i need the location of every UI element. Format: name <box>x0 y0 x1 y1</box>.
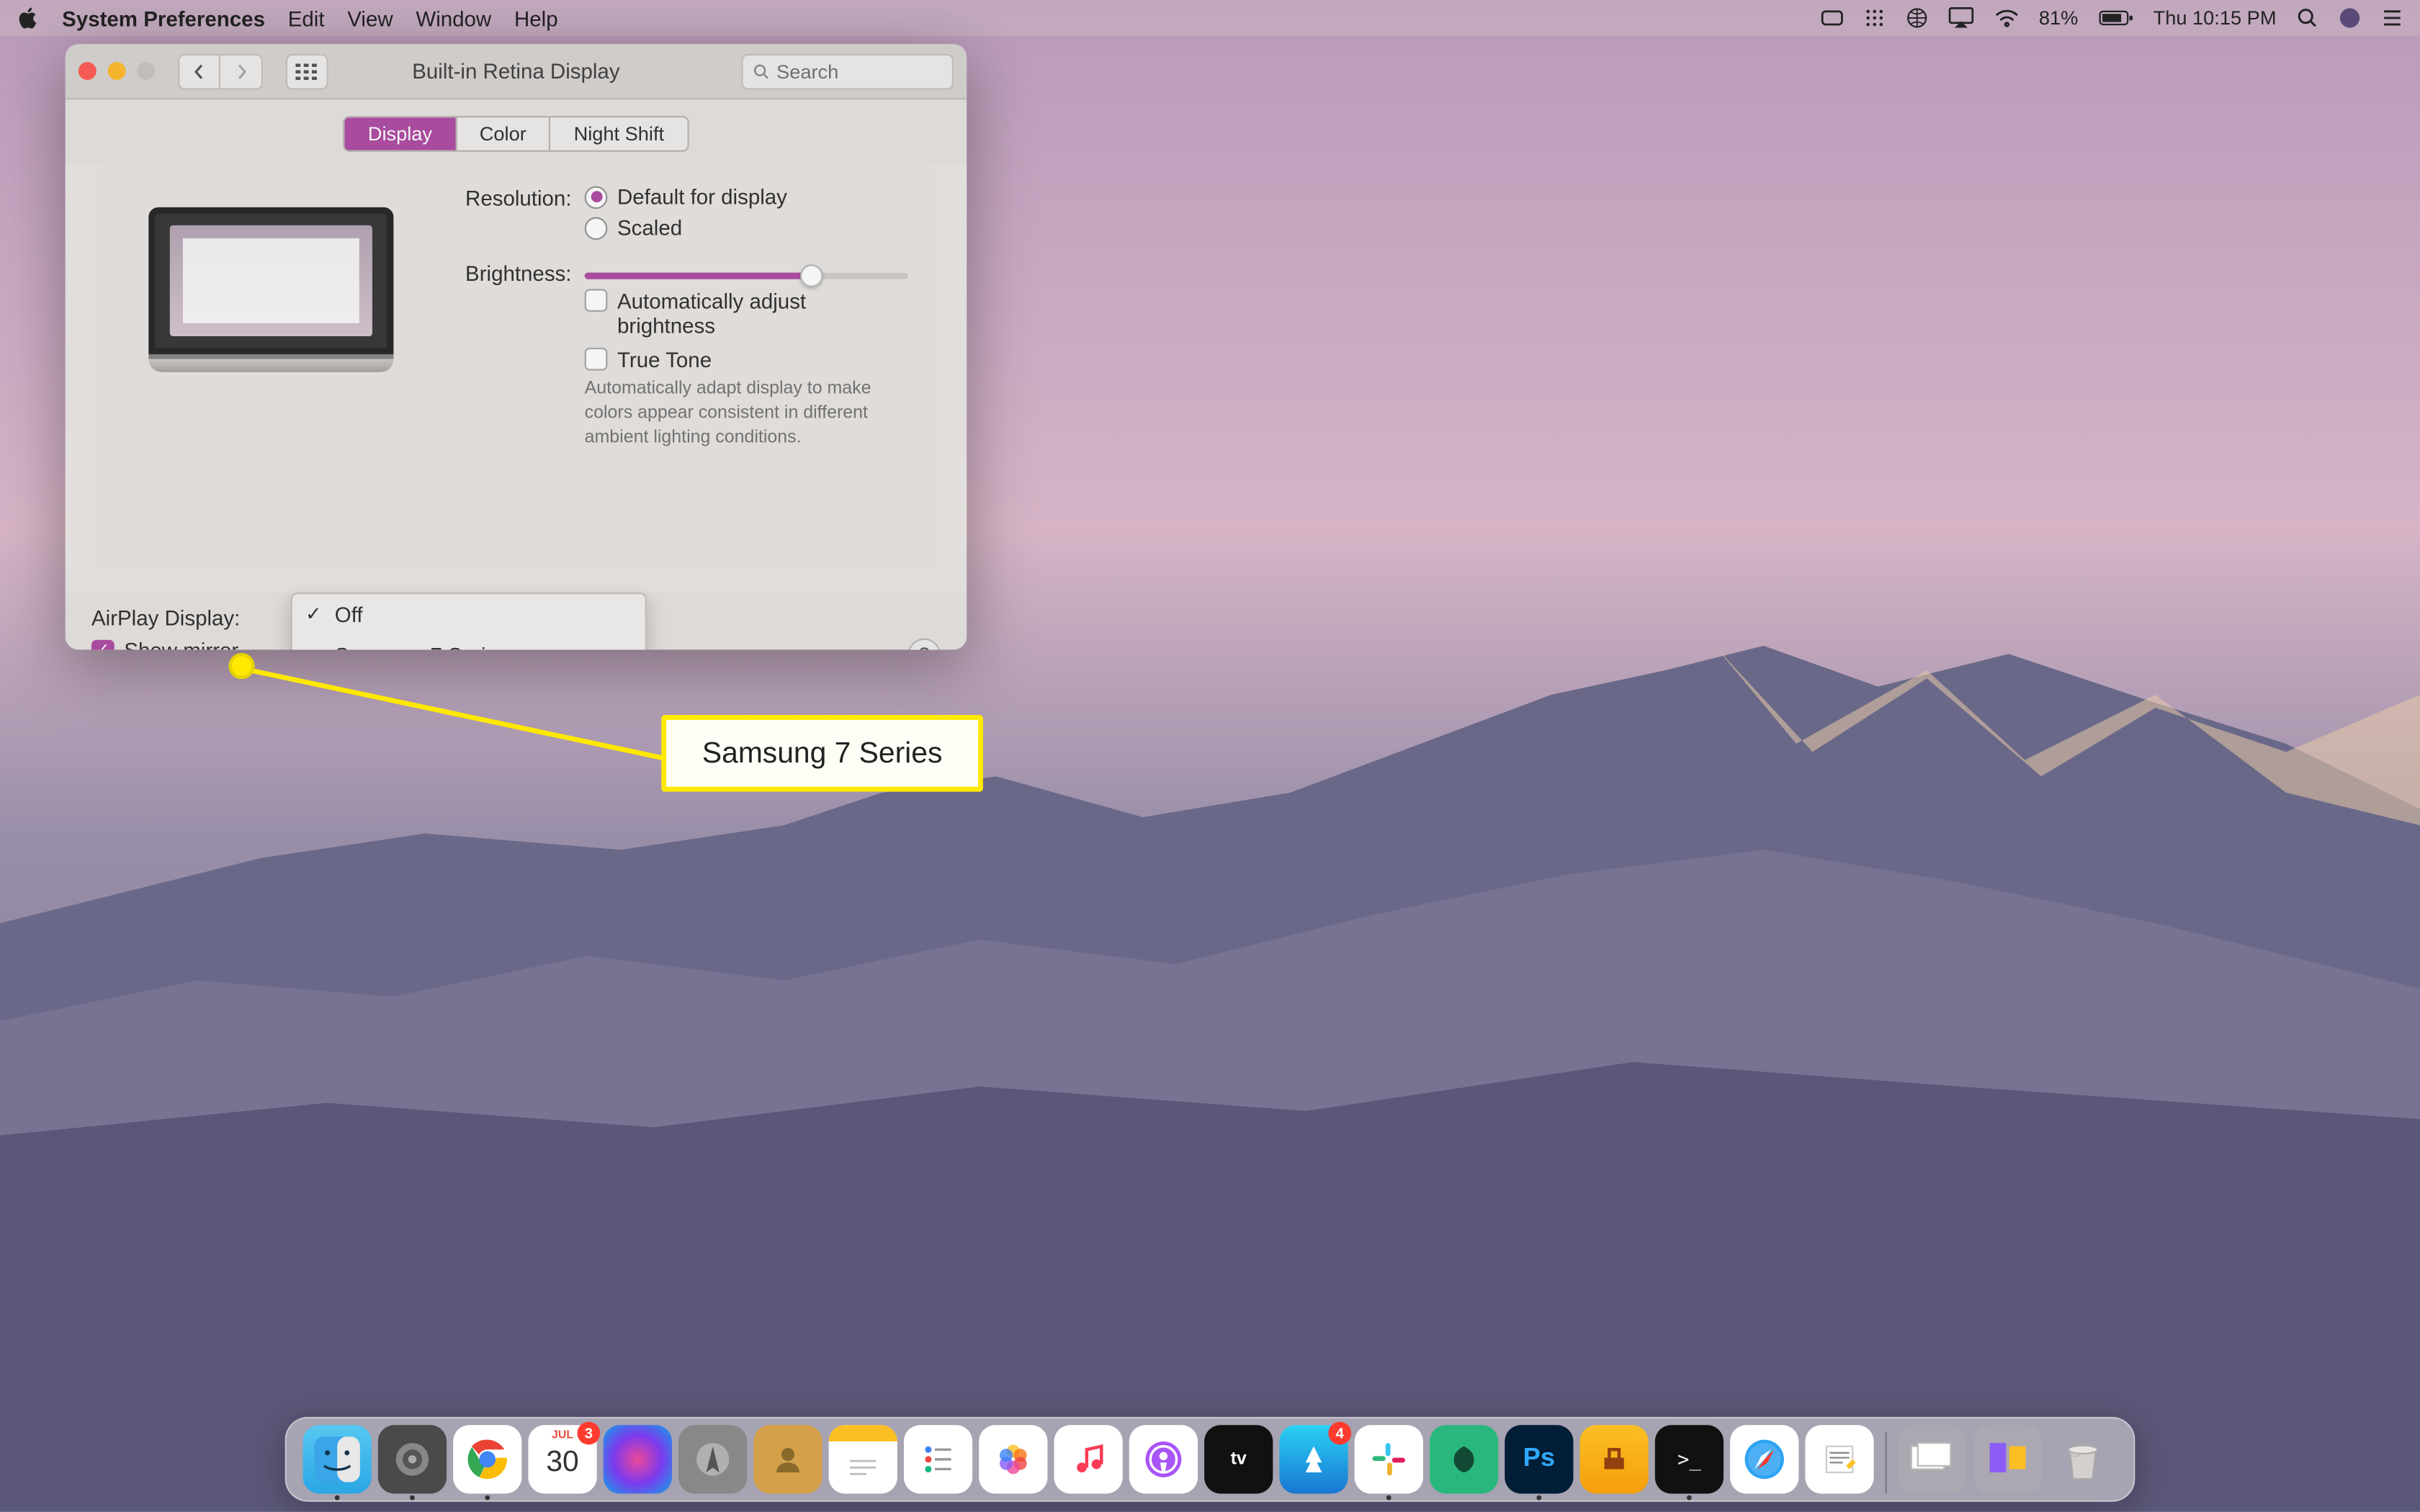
auto-brightness-checkbox[interactable]: Automatically adjust brightness <box>585 289 908 338</box>
brightness-label: Brightness: <box>457 259 585 285</box>
search-field[interactable] <box>741 53 954 89</box>
close-button[interactable] <box>79 62 97 80</box>
tabs-segmented-control[interactable]: Display Color Night Shift <box>66 99 967 165</box>
resolution-scaled-radio[interactable]: Scaled <box>585 215 908 240</box>
dock-terminal[interactable]: >_ <box>1655 1425 1724 1493</box>
dock-cleanup[interactable] <box>1580 1425 1649 1493</box>
dock-textedit[interactable] <box>1805 1425 1873 1493</box>
resolution-default-radio[interactable]: Default for display <box>585 184 908 209</box>
dock-contacts[interactable] <box>753 1425 822 1493</box>
dock-safari[interactable] <box>1730 1425 1798 1493</box>
display-illustration <box>148 207 393 372</box>
dock-evernote[interactable] <box>1430 1425 1498 1493</box>
minimize-button[interactable] <box>108 62 126 80</box>
menu-edit[interactable]: Edit <box>288 6 325 30</box>
dock-photos[interactable] <box>979 1425 1047 1493</box>
search-icon <box>753 61 770 81</box>
menubar-extra-icon-1[interactable] <box>1820 6 1843 30</box>
airplay-menubar-icon[interactable] <box>1948 6 1973 30</box>
annotation-label: Samsung 7 Series <box>661 715 983 792</box>
dock-podcasts[interactable] <box>1129 1425 1198 1493</box>
battery-icon[interactable] <box>2098 6 2134 30</box>
menu-help[interactable]: Help <box>514 6 558 30</box>
true-tone-help-text: Automatically adapt display to make colo… <box>585 377 908 450</box>
dock-calendar[interactable]: JUL303 <box>528 1425 596 1493</box>
tab-display[interactable]: Display <box>345 117 457 150</box>
dock-stack-2[interactable] <box>1973 1425 2042 1493</box>
menu-view[interactable]: View <box>347 6 393 30</box>
menubar-globe-icon[interactable] <box>1905 6 1928 30</box>
forward-button[interactable] <box>220 53 263 89</box>
menubar-extra-icon-2[interactable] <box>1863 6 1886 30</box>
search-input[interactable] <box>776 60 942 83</box>
dock: JUL303 tv 4 Ps >_ <box>285 1417 2136 1502</box>
tab-color[interactable]: Color <box>457 117 551 150</box>
wifi-icon[interactable] <box>1993 6 2019 30</box>
back-button[interactable] <box>178 53 220 89</box>
zoom-button[interactable] <box>137 62 155 80</box>
dock-siri[interactable] <box>604 1425 672 1493</box>
airplay-display-label: AirPlay Display: <box>91 606 240 630</box>
dock-trash[interactable] <box>2048 1425 2117 1493</box>
window-titlebar: Built-in Retina Display <box>66 44 967 99</box>
active-app-name[interactable]: System Preferences <box>62 6 265 30</box>
dock-notes[interactable] <box>829 1425 897 1493</box>
system-preferences-window: Built-in Retina Display Display Color Ni… <box>66 44 967 649</box>
show-mirroring-label: Show mirror <box>124 638 238 649</box>
show-mirroring-checkbox[interactable] <box>91 639 115 650</box>
dock-music[interactable] <box>1054 1425 1122 1493</box>
brightness-slider[interactable] <box>585 273 908 279</box>
menu-window[interactable]: Window <box>416 6 491 30</box>
annotation-line <box>241 666 706 769</box>
battery-percent: 81% <box>2039 6 2078 30</box>
dock-chrome[interactable] <box>453 1425 521 1493</box>
dock-app-store[interactable]: 4 <box>1279 1425 1348 1493</box>
airplay-display-dropdown[interactable]: Off Samsung 7 Series <box>291 593 647 649</box>
dock-tv[interactable]: tv <box>1204 1425 1273 1493</box>
dock-system-preferences[interactable] <box>378 1425 447 1493</box>
menubar: System Preferences Edit View Window Help… <box>0 0 2420 36</box>
tab-night-shift[interactable]: Night Shift <box>551 117 687 150</box>
airplay-option-samsung[interactable]: Samsung 7 Series <box>292 635 645 649</box>
airplay-option-off[interactable]: Off <box>292 594 645 635</box>
clock[interactable]: Thu 10:15 PM <box>2154 6 2277 30</box>
annotation-dot <box>228 653 254 679</box>
spotlight-icon[interactable] <box>2296 6 2319 30</box>
desktop-wallpaper <box>0 605 2420 1512</box>
dock-stack-1[interactable] <box>1899 1425 1967 1493</box>
notification-center-icon[interactable] <box>2381 6 2404 30</box>
dock-slack[interactable] <box>1355 1425 1423 1493</box>
resolution-label: Resolution: <box>457 184 585 210</box>
apple-menu-icon[interactable] <box>17 6 40 30</box>
true-tone-checkbox[interactable]: True Tone <box>585 348 908 372</box>
show-all-button[interactable] <box>286 53 328 89</box>
dock-photoshop[interactable]: Ps <box>1505 1425 1573 1493</box>
siri-menubar-icon[interactable] <box>2339 6 2362 30</box>
dock-launchpad[interactable] <box>678 1425 747 1493</box>
dock-finder[interactable] <box>303 1425 372 1493</box>
help-button[interactable]: ? <box>908 638 941 649</box>
dock-reminders[interactable] <box>904 1425 972 1493</box>
